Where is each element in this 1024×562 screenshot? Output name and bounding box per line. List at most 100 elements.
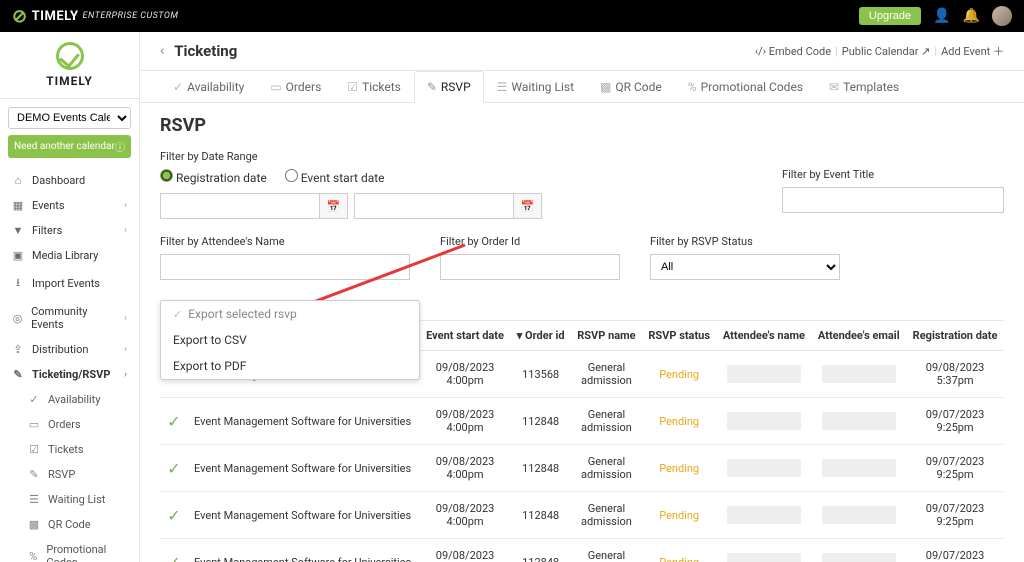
tab-label: RSVP (441, 80, 471, 94)
sidebar-brand: TIMELY (0, 32, 139, 99)
sidebar-sub-tickets[interactable]: ☑Tickets (0, 437, 139, 462)
nav-label: Community Events (31, 305, 116, 331)
code-icon: ‹/› (755, 45, 766, 58)
radio-event-start-date[interactable]: Event start date (285, 169, 385, 185)
tab-icon: ✎ (427, 80, 437, 94)
calendar-icon[interactable]: 📅 (320, 193, 348, 219)
export-dropdown: Export selected rsvp Export to CSV Expor… (160, 300, 420, 380)
tab-label: Orders (286, 80, 322, 94)
col-attendee-email[interactable]: Attendee's email (811, 321, 906, 351)
tab-label: Promotional Codes (701, 80, 803, 94)
cell-order: 113568 (510, 351, 570, 398)
nav-icon: ⇪ (12, 343, 24, 356)
public-calendar-link[interactable]: Public Calendar ↗ (842, 45, 931, 58)
col-attendee-name[interactable]: Attendee's name (716, 321, 811, 351)
sidebar-item-community-events[interactable]: ◎Community Events› (0, 299, 139, 337)
table-row[interactable]: ✓Event Management Software for Universit… (160, 492, 1004, 539)
export-pdf-item[interactable]: Export to PDF (161, 353, 419, 379)
cell-reg-date: 09/07/20239:25pm (906, 398, 1004, 445)
embed-code-link[interactable]: ‹/› Embed Code (755, 45, 831, 58)
tab-label: Templates (843, 80, 899, 94)
tab-icon: % (688, 80, 697, 94)
user-icon[interactable]: 👤 (933, 8, 950, 24)
tab-orders[interactable]: ▭ Orders (257, 71, 334, 103)
sidebar-sub-promotional-codes[interactable]: %Promotional Codes (0, 537, 139, 562)
bell-icon[interactable]: 🔔 (963, 8, 980, 24)
export-dropdown-header: Export selected rsvp (161, 301, 419, 327)
sidebar-item-media-library[interactable]: ▣Media Library (0, 243, 139, 268)
tab-promotional-codes[interactable]: % Promotional Codes (675, 71, 816, 103)
sidebar-sub-orders[interactable]: ▭Orders (0, 412, 139, 437)
sidebar-sub-waiting-list[interactable]: ☰Waiting List (0, 487, 139, 512)
tab-waiting-list[interactable]: ☰Waiting List (484, 71, 587, 103)
date-from-input[interactable] (160, 193, 320, 219)
cell-start: 09/08/20234:00pm (420, 398, 511, 445)
sidebar-item-ticketing-rsvp[interactable]: ✎Ticketing/RSVP› (0, 362, 139, 387)
col-event-start[interactable]: Event start date (420, 321, 511, 351)
tab-tickets[interactable]: ☑Tickets (334, 71, 414, 103)
event-title-input[interactable] (782, 187, 1004, 213)
attendee-name-input[interactable] (160, 254, 410, 280)
filter-event-title-label: Filter by Event Title (782, 168, 1004, 181)
nav-icon: ✓ (28, 393, 40, 406)
cell-attendee-email (811, 351, 906, 398)
nav-icon: ▦ (12, 199, 24, 212)
table-row[interactable]: ✓Event Management Software for Universit… (160, 445, 1004, 492)
tab-icon: ▭ (270, 80, 281, 94)
filter-status-label: Filter by RSVP Status (650, 235, 840, 248)
col-rsvp-name[interactable]: RSVP name (571, 321, 642, 351)
cell-attendee-name (716, 351, 811, 398)
tab-rsvp[interactable]: ✎ RSVP (414, 71, 484, 103)
cell-event-name: Event Management Software for Universiti… (188, 445, 420, 492)
cell-rsvp-name: Generaladmission (571, 492, 642, 539)
nav-label: Dashboard (32, 174, 85, 187)
chevron-right-icon: › (124, 369, 127, 380)
nav-label: Distribution (32, 343, 88, 356)
tab-icon: ☰ (497, 80, 508, 94)
main: ‹ Ticketing ‹/› Embed Code | Public Cale… (140, 32, 1024, 562)
cell-start: 09/08/20234:00pm (420, 445, 511, 492)
sidebar-item-filters[interactable]: ▼Filters› (0, 218, 139, 243)
sidebar-sub-qr-code[interactable]: ▩QR Code (0, 512, 139, 537)
export-csv-item[interactable]: Export to CSV (161, 327, 419, 353)
cell-rsvp-name: Generaladmission (571, 351, 642, 398)
tab-qr-code[interactable]: ▩QR Code (587, 71, 675, 103)
chevron-right-icon: › (124, 225, 127, 236)
sidebar-item-distribution[interactable]: ⇪Distribution› (0, 337, 139, 362)
cell-order: 112848 (510, 492, 570, 539)
tab-templates[interactable]: ✉Templates (816, 71, 912, 103)
calendar-selector[interactable]: DEMO Events Calendar (M• (8, 107, 131, 129)
calendar-icon[interactable]: 📅 (514, 193, 542, 219)
brand-name: TIMELY (32, 9, 79, 24)
tab-icon: ✓ (173, 80, 183, 94)
sidebar-sub-rsvp[interactable]: ✎RSVP (0, 462, 139, 487)
sidebar-item-import-events[interactable]: ⭳Import Events (0, 268, 139, 299)
table-row[interactable]: ✓Event Management Software for Universit… (160, 398, 1004, 445)
brand-suffix: ENTERPRISE CUSTOM (83, 11, 179, 21)
order-id-input[interactable] (440, 254, 620, 280)
radio-registration-date[interactable]: Registration date (160, 169, 267, 185)
sidebar-item-events[interactable]: ▦Events› (0, 193, 139, 218)
add-event-link[interactable]: Add Event ＋ (941, 43, 1004, 59)
col-rsvp-status[interactable]: RSVP status (642, 321, 716, 351)
tab-availability[interactable]: ✓ Availability (160, 71, 257, 103)
cell-status: Pending (642, 398, 716, 445)
sidebar-item-dashboard[interactable]: ⌂Dashboard (0, 168, 139, 193)
avatar[interactable] (992, 6, 1012, 26)
cell-status: Pending (642, 351, 716, 398)
date-to-input[interactable] (354, 193, 514, 219)
back-chevron-icon[interactable]: ‹ (160, 43, 164, 59)
filter-order-label: Filter by Order Id (440, 235, 620, 248)
col-order-id[interactable]: ▾ Order id (510, 321, 570, 351)
col-registration-date[interactable]: Registration date (906, 321, 1004, 351)
table-row[interactable]: ✓Event Management Software for Universit… (160, 539, 1004, 562)
cell-attendee-name (716, 445, 811, 492)
nav-icon: ▭ (28, 418, 40, 431)
upgrade-button[interactable]: Upgrade (859, 7, 921, 25)
tab-label: Availability (187, 80, 244, 94)
need-calendar-button[interactable]: Need another calendar ⓘ (8, 135, 131, 158)
nav-icon: ✎ (28, 468, 40, 481)
status-select[interactable]: All (650, 254, 840, 280)
nav-icon: ☰ (28, 493, 40, 506)
sidebar-sub-availability[interactable]: ✓Availability (0, 387, 139, 412)
